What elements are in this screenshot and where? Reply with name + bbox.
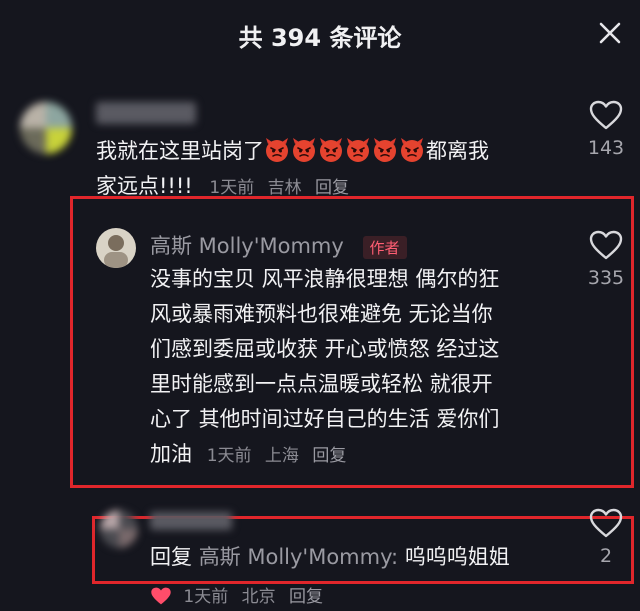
comment-line: 加油 [150,442,192,466]
comment-text: 没事的宝贝 风平浪静很理想 偶尔的狂 风或暴雨难预料也很难避免 无论当你 们感到… [150,262,570,474]
comment-line: 们感到委屈或收获 开心或愤怒 经过这 [150,337,500,361]
username-obscured[interactable] [96,102,196,124]
like-button[interactable]: 335 [578,230,634,289]
angry-devil-emoji [401,138,423,162]
heart-outline-icon[interactable] [589,230,623,260]
angry-devil-emoji [266,138,288,162]
reply-content: 呜呜呜姐姐 [404,545,510,569]
comment-text-part1: 我就在这里站岗了 [96,139,264,163]
comment-time: 1天前 [206,446,252,466]
username-text[interactable]: 高斯 Molly'Mommy [150,234,344,258]
comment-meta: 1天前 上海 回复 [207,446,355,466]
comment-text-line2: 家远点!!!! [96,174,193,198]
like-button[interactable]: 143 [578,100,634,159]
angry-devil-emoji [293,138,315,162]
comment-location: 上海 [264,446,299,466]
heart-outline-icon[interactable] [589,100,623,130]
username-obscured[interactable] [150,512,232,530]
reply-button[interactable]: 回复 [289,587,323,607]
reply-prefix: 回复 [150,545,192,569]
heart-filled-icon [150,586,172,611]
author-reply-item: 高斯 Molly'Mommy 作者 没事的宝贝 风平浪静很理想 偶尔的狂 风或暴… [0,222,640,482]
like-count: 335 [587,267,625,289]
comment-location: 北京 [241,587,276,607]
angry-devil-emoji [374,138,396,162]
reply-button[interactable]: 回复 [315,178,349,198]
like-count: 143 [587,137,625,159]
angry-devil-emoji [320,138,342,162]
avatar[interactable] [96,228,136,268]
angry-devil-emoji [347,138,369,162]
comment-count-title: 共 394 条评论 [238,24,402,52]
comment-line: 没事的宝贝 风平浪静很理想 偶尔的狂 [150,267,500,291]
comment-text-part2: 都离我 [426,139,489,163]
close-icon[interactable] [594,17,626,49]
like-count: 2 [599,545,613,567]
comment-meta: 1天前 吉林 回复 [209,178,357,198]
reply-button[interactable]: 回复 [312,446,346,466]
comment-item: 我就在这里站岗了 都离我 家远点!!!! 1天前 吉林 回复 143 [0,90,640,200]
comment-line: 心了 其他时间过好自己的生活 爱你们 [150,407,500,431]
avatar[interactable] [20,102,72,154]
reply-item: 回复 高斯 Molly'Mommy: 呜呜呜姐姐 1天前 北京 回复 2 [0,500,640,608]
comment-line: 里时能感到一点点温暖或轻松 就很开 [150,372,493,396]
emoji-row [264,138,426,163]
comment-location: 吉林 [267,178,302,198]
reply-text: 回复 高斯 Molly'Mommy: 呜呜呜姐姐 [150,540,570,575]
comment-time: 1天前 [209,178,255,198]
avatar[interactable] [100,510,138,548]
reply-to-user[interactable]: 高斯 Molly'Mommy: [199,545,398,569]
username[interactable]: 高斯 Molly'Mommy 作者 [150,230,407,260]
comment-meta: 1天前 北京 回复 [150,582,331,611]
comment-time: 1天前 [183,587,229,607]
heart-outline-icon[interactable] [589,508,623,538]
comment-line: 风或暴雨难预料也很难避免 无论当你 [150,302,493,326]
like-button[interactable]: 2 [578,508,634,567]
comments-header: 共 394 条评论 [0,0,640,68]
author-badge: 作者 [362,235,407,259]
